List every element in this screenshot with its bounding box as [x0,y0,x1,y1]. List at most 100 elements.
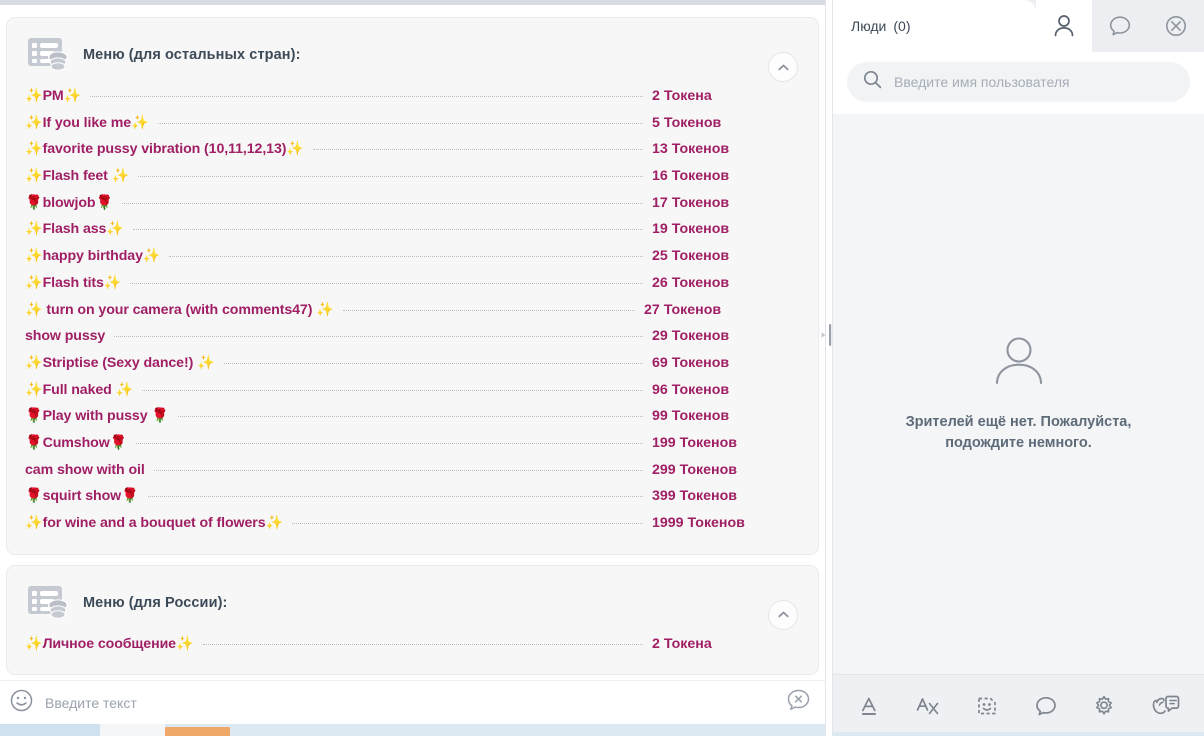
strip-segment-accent [165,727,230,736]
menu-row[interactable]: ✨Flash feet ✨ 16 Токенов [25,168,802,195]
menu-collapse-button[interactable] [768,599,798,630]
menu-row-price: 29 Токенов [652,328,730,345]
menu-row[interactable]: ✨Full naked ✨ 96 Токенов [25,382,802,409]
gear-icon[interactable] [1092,694,1116,718]
menu-row-label: 🌹Play with pussy 🌹 [25,408,169,425]
message-input[interactable] [45,694,774,711]
menu-row[interactable]: 🌹Play with pussy 🌹 99 Токенов [25,408,802,435]
menu-row-price: 5 Токенов [652,114,722,131]
leader-dots [342,309,635,311]
viewers-empty-message: Зрителей ещё нет. Пожалуйста, подождите … [905,413,1132,451]
menu-card-title: Меню (для остальных стран): [83,47,301,63]
right-bottom-strip [833,732,1204,736]
pane-splitter[interactable] [821,0,839,736]
menu-card-header: Меню (для остальных стран): [21,32,804,88]
menu-row-price: 96 Токенов [652,381,730,398]
menu-collapse-button[interactable] [768,52,798,82]
menu-row-price: 2 Токена [652,635,712,652]
chat-application: Меню (для остальных стран): ✨PM✨ 2 Токена… [0,0,1204,736]
people-tab-icon[interactable] [1036,0,1092,52]
menu-row-price: 27 Токенов [644,301,722,318]
menu-card-other-countries: Меню (для остальных стран): ✨PM✨ 2 Токена… [6,17,819,555]
right-pane-toolbar [833,674,1204,736]
chat-dismiss-icon[interactable] [786,688,811,718]
viewer-search-field[interactable] [847,62,1190,102]
chevron-up-icon [777,611,789,618]
viewers-empty-state: Зрителей ещё нет. Пожалуйста, подождите … [833,114,1204,674]
menu-row-label: ✨Striptise (Sexy dance!) ✨ [25,354,215,371]
menu-row[interactable]: 🌹blowjob🌹 17 Токенов [25,195,802,222]
leader-dots [136,442,643,444]
leader-dots [157,122,643,124]
menu-row-label: ✨PM✨ [25,88,82,104]
viewer-search-wrap [833,52,1204,114]
menu-row-price: 2 Токена [652,88,712,104]
close-circle-icon[interactable] [1148,0,1204,52]
text-color-icon[interactable] [857,694,881,718]
menu-row-price: 13 Токенов [652,141,730,158]
menu-row-price: 16 Токенов [652,168,730,185]
menu-row[interactable]: show pussy 29 Токенов [25,328,802,355]
strip-segment-light [100,724,165,736]
tab-people-label: Люди [851,18,887,34]
menu-row-price: 69 Токенов [652,354,730,371]
menu-row-label: 🌹Cumshow🌹 [25,434,128,451]
menu-row[interactable]: ✨happy birthday✨ 25 Токенов [25,248,802,275]
menu-row-label: ✨favorite pussy vibration (10,11,12,13)✨ [25,141,304,158]
menu-card-header: Меню (для России): [21,580,804,636]
leader-dots [223,362,643,364]
menu-row[interactable]: ✨for wine and a bouquet of flowers✨ 1999 … [25,515,802,542]
search-icon [863,70,882,94]
menu-row-label: 🌹blowjob🌹 [25,194,114,211]
sign-language-icon[interactable] [1150,693,1180,719]
leader-dots [147,496,643,498]
menu-row-list: ✨PM✨ 2 Токена ✨If you like me✨ 5 Токенов ✨… [21,88,804,542]
menu-scroll-area[interactable]: Меню (для остальных стран): ✨PM✨ 2 Токена… [0,5,825,680]
translate-icon[interactable] [915,694,941,718]
menu-card-title: Меню (для России): [83,594,228,611]
menu-row-label: ✨Личное сообщение✨ [25,635,194,652]
menu-row[interactable]: ✨PM✨ 2 Токена [25,88,802,115]
menu-coins-icon [27,36,71,74]
leader-dots [90,96,643,97]
menu-row[interactable]: cam show with oil 299 Токенов [25,462,802,489]
leader-dots [122,202,643,204]
leader-dots [312,149,643,151]
menu-row-label: ✨Flash ass✨ [25,221,124,238]
menu-row[interactable]: ✨If you like me✨ 5 Токенов [25,115,802,142]
right-pane-tabs: Люди (0) [833,0,1204,52]
leader-dots [177,416,643,418]
tab-people[interactable]: Люди (0) [833,0,1036,52]
menu-row-price: 399 Токенов [652,488,737,505]
menu-row[interactable]: ✨ turn on your camera (with comments47) … [25,302,802,329]
menu-row-label: ✨ turn on your camera (with comments47) … [25,301,334,318]
leader-dots [153,469,643,471]
menu-row-label: ✨If you like me✨ [25,114,149,131]
chat-bubble-icon[interactable] [1034,694,1058,718]
menu-row[interactable]: 🌹Cumshow🌹 199 Токенов [25,435,802,462]
search-input[interactable] [894,74,1174,90]
menu-row[interactable]: ✨Striptise (Sexy dance!) ✨ 69 Токенов [25,355,802,382]
menu-row-label: ✨for wine and a bouquet of flowers✨ [25,515,284,531]
menu-row[interactable]: ✨Личное сообщение✨ 2 Токена [25,636,802,663]
smiley-icon[interactable] [10,689,33,717]
leader-dots [292,523,643,524]
viewers-right-pane: Люди (0) Введите имя пользователя Зрител… [833,0,1204,736]
leader-dots [202,643,643,645]
menu-row-label: ✨Flash tits✨ [25,274,122,291]
menu-row[interactable]: ✨favorite pussy vibration (10,11,12,13)✨… [25,141,802,168]
menu-row-price: 1999 Токенов [652,515,745,531]
sticker-icon[interactable] [975,694,999,718]
chat-tab-icon[interactable] [1092,0,1148,52]
leader-dots [138,176,643,178]
menu-row-label: ✨Full naked ✨ [25,381,134,398]
menu-row[interactable]: ✨Flash ass✨ 19 Токенов [25,221,802,248]
leader-dots [114,336,643,338]
menu-row-price: 17 Токенов [652,194,730,211]
menu-row[interactable]: ✨Flash tits✨ 26 Токенов [25,275,802,302]
menu-coins-icon [27,584,71,622]
menu-row-price: 19 Токенов [652,221,730,238]
menu-row[interactable]: 🌹squirt show🌹 399 Токенов [25,488,802,515]
menu-row-label: show pussy [25,328,106,345]
menu-row-label: 🌹squirt show🌹 [25,488,139,505]
